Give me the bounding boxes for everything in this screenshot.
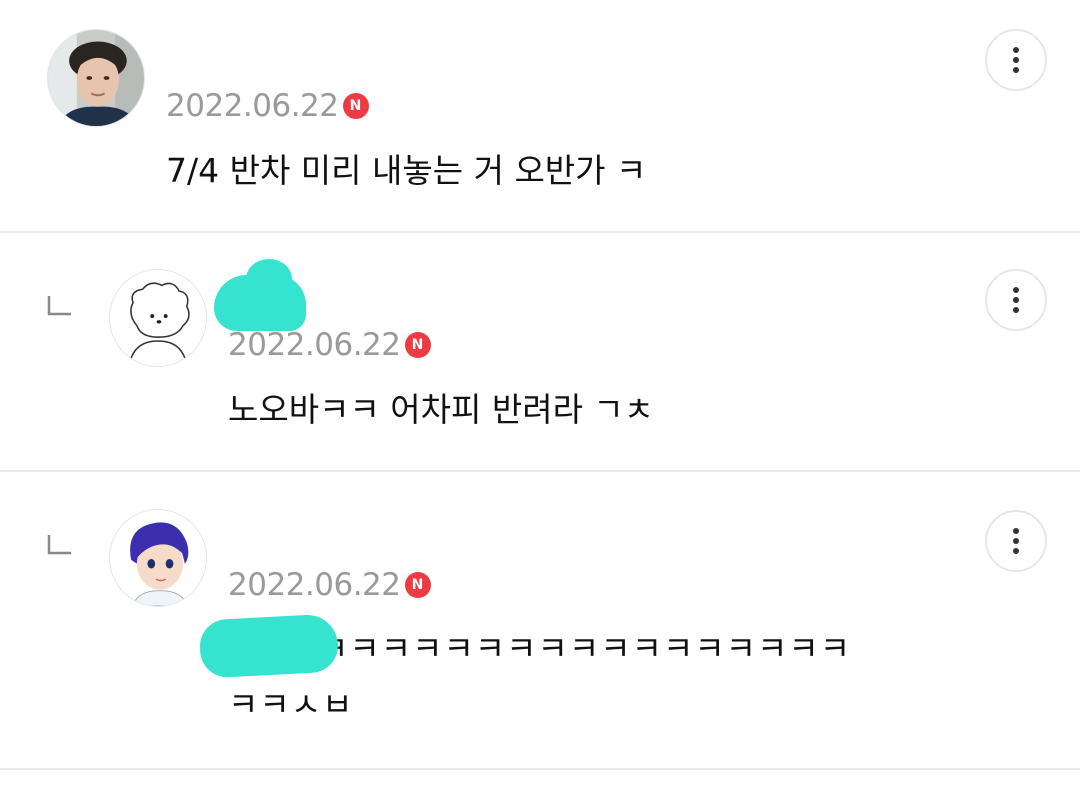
avatar[interactable] <box>47 29 145 127</box>
more-vertical-icon <box>1013 47 1019 73</box>
comment-meta: 2022.06.22 N <box>228 565 431 605</box>
redaction-mark <box>198 613 340 679</box>
more-vertical-icon <box>1013 287 1019 313</box>
comment-text-line-1: ㅋㅋㅋㅋㅋㅋㅋㅋㅋㅋㅋㅋㅋㅋㅋㅋㅋ <box>318 629 852 668</box>
new-badge-icon: N <box>404 572 431 598</box>
more-options-button[interactable] <box>985 510 1047 572</box>
reply-item: 2022.06.22 N ㅋㅋㅋㅋㅋㅋㅋㅋㅋㅋㅋㅋㅋㅋㅋㅋㅋ ㅋㅋㅅㅂ <box>0 472 1080 770</box>
comment-text-line-2: ㅋㅋㅅㅂ <box>228 685 354 724</box>
comment-meta: 2022.06.22 N <box>166 86 369 126</box>
reply-arrow-icon <box>47 535 73 555</box>
new-badge-icon: N <box>404 332 431 358</box>
more-vertical-icon <box>1013 528 1019 554</box>
more-options-button[interactable] <box>985 269 1047 331</box>
avatar[interactable] <box>109 269 207 367</box>
comment-date: 2022.06.22 <box>228 327 401 363</box>
user-photo-avatar <box>48 30 144 126</box>
comment-date: 2022.06.22 <box>166 88 339 124</box>
comment-text: 노오바ㅋㅋ 어차피 반려라 ㄱㅊ <box>228 390 655 429</box>
comment-meta: 2022.06.22 N <box>228 325 431 365</box>
cartoon-avatar <box>110 270 206 366</box>
new-badge-icon: N <box>342 93 369 119</box>
comment-text: 7/4 반차 미리 내놓는 거 오반가 ㅋ <box>166 151 647 190</box>
avatar[interactable] <box>109 509 207 607</box>
anime-character-avatar <box>110 510 206 606</box>
reply-item: 2022.06.22 N 노오바ㅋㅋ 어차피 반려라 ㄱㅊ <box>0 233 1080 472</box>
reply-arrow-icon <box>47 296 73 316</box>
comment-item: 2022.06.22 N 7/4 반차 미리 내놓는 거 오반가 ㅋ <box>0 0 1080 233</box>
comment-date: 2022.06.22 <box>228 567 401 603</box>
redaction-mark <box>246 259 292 299</box>
more-options-button[interactable] <box>985 29 1047 91</box>
comment-list: 2022.06.22 N 7/4 반차 미리 내놓는 거 오반가 ㅋ 2022.… <box>0 0 1080 791</box>
